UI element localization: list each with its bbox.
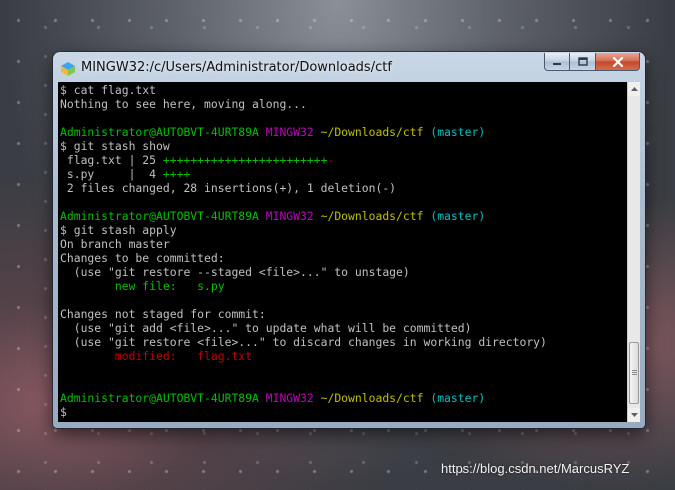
scroll-up-button[interactable] xyxy=(628,82,640,96)
terminal-window[interactable]: MINGW32:/c/Users/Administrator/Downloads… xyxy=(53,52,645,428)
terminal-text-segment: (use "git restore --staged <file>..." to… xyxy=(60,265,410,279)
maximize-button[interactable] xyxy=(570,53,596,71)
terminal-text-segment: Changes to be committed: xyxy=(60,251,225,265)
close-icon xyxy=(612,56,623,67)
watermark-url: https://blog.csdn.net/MarcusRYZ xyxy=(441,461,630,476)
terminal-text-segment: Administrator@AUTOBVT-4URT89A xyxy=(60,391,266,405)
terminal-text-segment: (master) xyxy=(430,391,486,405)
terminal-line: (use "git restore --staged <file>..." to… xyxy=(60,265,410,279)
terminal-text-segment: ++++ xyxy=(162,167,191,181)
terminal-text-segment: On branch master xyxy=(60,237,170,251)
terminal-line: 2 files changed, 28 insertions(+), 1 del… xyxy=(60,181,396,195)
vertical-scrollbar[interactable] xyxy=(627,82,640,422)
close-button[interactable] xyxy=(596,53,640,71)
terminal-line: On branch master xyxy=(60,237,170,251)
terminal-line: (use "git add <file>..." to update what … xyxy=(60,321,472,335)
terminal-line: Nothing to see here, moving along... xyxy=(60,97,307,111)
window-controls xyxy=(544,53,640,71)
terminal-text-segment: flag.txt | 25 xyxy=(60,153,163,167)
terminal-text-segment: (master) xyxy=(430,209,486,223)
thumb-grip xyxy=(632,372,637,373)
terminal-text-segment: new file: s.py xyxy=(60,279,225,293)
terminal-text-segment: (master) xyxy=(430,125,486,139)
terminal-line: Administrator@AUTOBVT-4URT89A MINGW32 ~/… xyxy=(60,391,485,405)
scrollbar-thumb[interactable] xyxy=(629,342,639,404)
terminal-text-segment: $ xyxy=(60,405,67,419)
mingw-icon xyxy=(61,62,75,76)
window-title: MINGW32:/c/Users/Administrator/Downloads… xyxy=(81,60,392,75)
terminal-text-segment: Changes not staged for commit: xyxy=(60,307,266,321)
terminal-text-segment: - xyxy=(327,153,335,167)
terminal-text-segment: (use "git restore <file>..." to discard … xyxy=(60,335,547,349)
terminal-text-segment: $ git stash apply xyxy=(60,223,177,237)
minimize-icon xyxy=(553,62,561,65)
terminal-text-segment: (use "git add <file>..." to update what … xyxy=(60,321,472,335)
terminal-text-segment: 2 files changed, 28 insertions(+), 1 del… xyxy=(60,181,397,195)
terminal-output[interactable]: $ cat flag.txt Nothing to see here, movin… xyxy=(58,82,627,422)
terminal-text-segment: $ cat flag.txt xyxy=(60,83,157,97)
terminal-line: modified: flag.txt xyxy=(60,349,252,363)
terminal-text-segment: s.py | 4 xyxy=(60,167,163,181)
terminal-line: new file: s.py xyxy=(60,279,225,293)
terminal-line: Administrator@AUTOBVT-4URT89A MINGW32 ~/… xyxy=(60,125,485,139)
terminal-text-segment: MINGW32 xyxy=(265,391,321,405)
terminal-text-segment: Nothing to see here, moving along... xyxy=(60,97,307,111)
title-bar[interactable]: MINGW32:/c/Users/Administrator/Downloads… xyxy=(53,52,645,84)
scroll-down-button[interactable] xyxy=(628,408,640,422)
terminal-text-segment: ~/Downloads/ctf xyxy=(320,209,431,223)
terminal-text-segment: ~/Downloads/ctf xyxy=(320,391,431,405)
terminal-line: $ cat flag.txt xyxy=(60,83,156,97)
terminal-text-segment: MINGW32 xyxy=(265,125,321,139)
terminal-line: s.py | 4 ++++ xyxy=(60,167,190,181)
arrow-down-icon xyxy=(630,413,638,417)
minimize-button[interactable] xyxy=(544,53,570,71)
terminal-line: $ git stash show xyxy=(60,139,170,153)
arrow-up-icon xyxy=(630,87,638,91)
terminal-line: $ git stash apply xyxy=(60,223,177,237)
terminal-line: (use "git restore <file>..." to discard … xyxy=(60,335,547,349)
thumb-grip xyxy=(632,370,637,371)
terminal-text-segment: modified: flag.txt xyxy=(60,349,253,363)
terminal-line: Changes not staged for commit: xyxy=(60,307,266,321)
terminal-line: Administrator@AUTOBVT-4URT89A MINGW32 ~/… xyxy=(60,209,485,223)
terminal-text-segment: ~/Downloads/ctf xyxy=(320,125,431,139)
terminal-line: $ xyxy=(60,405,67,419)
maximize-icon xyxy=(577,57,588,66)
terminal-line: flag.txt | 25 ++++++++++++++++++++++++- xyxy=(60,153,334,167)
terminal-text-segment: MINGW32 xyxy=(265,209,321,223)
terminal-text-segment: Administrator@AUTOBVT-4URT89A xyxy=(60,125,266,139)
terminal-line: Changes to be committed: xyxy=(60,251,225,265)
terminal-text-segment: Administrator@AUTOBVT-4URT89A xyxy=(60,209,266,223)
thumb-grip xyxy=(632,374,637,375)
terminal-text-segment: ++++++++++++++++++++++++ xyxy=(162,153,328,167)
terminal-text-segment: $ git stash show xyxy=(60,139,170,153)
